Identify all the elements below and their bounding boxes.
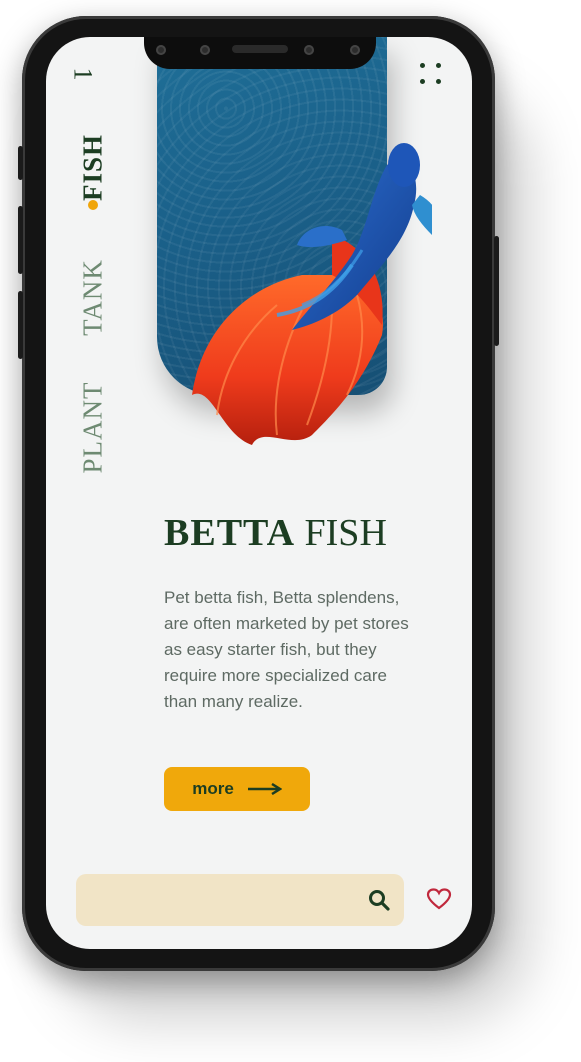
product-description: Pet betta fish, Betta splendens, are oft… bbox=[164, 588, 409, 711]
sensor-icon bbox=[304, 45, 314, 55]
search-bar bbox=[76, 874, 404, 926]
more-button-label: more bbox=[192, 779, 234, 798]
more-button[interactable]: more bbox=[164, 767, 310, 811]
nav-item-tank[interactable]: TANK bbox=[78, 259, 109, 336]
volume-up-button bbox=[18, 206, 23, 274]
power-button bbox=[494, 236, 499, 346]
notch bbox=[144, 37, 376, 69]
arrow-right-icon bbox=[247, 783, 282, 795]
search-icon[interactable] bbox=[368, 889, 390, 911]
mute-switch bbox=[18, 146, 23, 180]
front-camera-icon bbox=[350, 45, 360, 55]
sensor-icon bbox=[156, 45, 166, 55]
product-title: BETTA FISH bbox=[164, 511, 387, 555]
betta-fish-image bbox=[192, 143, 432, 445]
grid-dots-icon[interactable] bbox=[418, 61, 446, 89]
nav-item-fish[interactable]: FISH bbox=[78, 134, 109, 201]
sensor-icon bbox=[200, 45, 210, 55]
nav-item-plant[interactable]: PLANT bbox=[78, 382, 109, 474]
page-number: 1 bbox=[68, 67, 98, 81]
volume-down-button bbox=[18, 291, 23, 359]
category-nav: FISH TANK PLANT bbox=[68, 112, 118, 474]
title-regular: FISH bbox=[295, 512, 387, 554]
speaker-grille bbox=[232, 45, 288, 53]
active-indicator-dot bbox=[88, 200, 98, 210]
app-screen: 1 FISH TANK PLANT BETTA FISH Pet betta f… bbox=[46, 37, 472, 949]
search-input[interactable] bbox=[90, 884, 354, 918]
heart-icon[interactable] bbox=[426, 887, 452, 911]
title-bold: BETTA bbox=[164, 512, 296, 554]
